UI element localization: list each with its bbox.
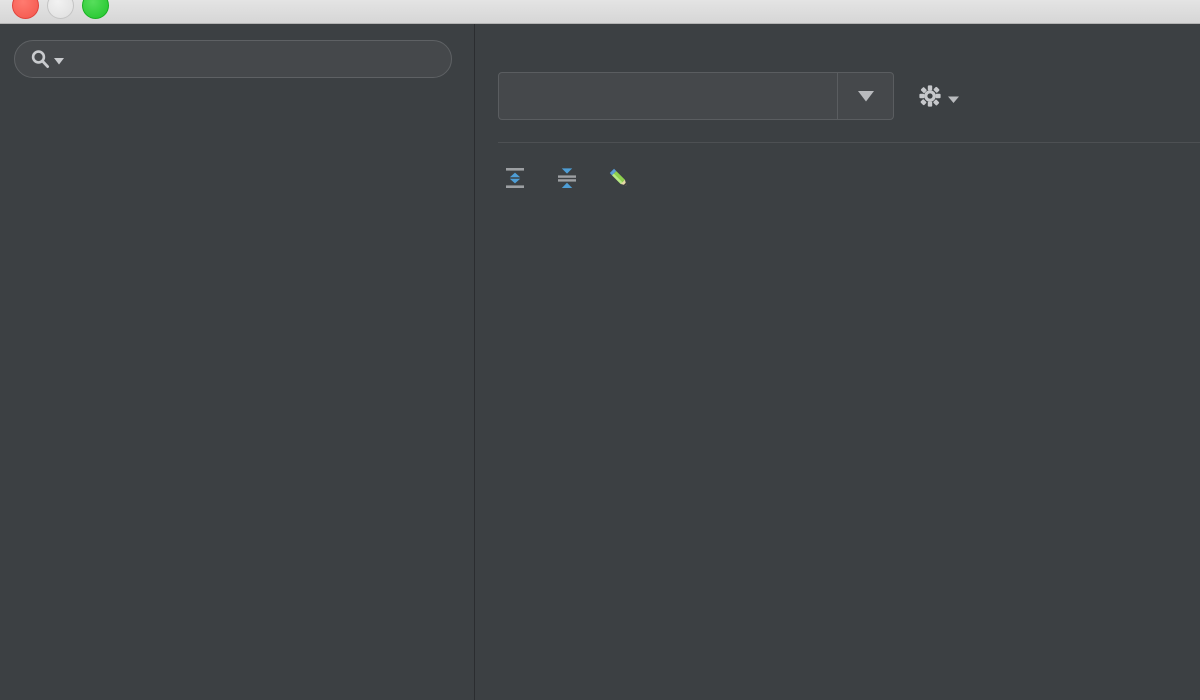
expand-all-button[interactable] [502,165,528,191]
edit-shortcut-button[interactable] [606,165,632,191]
minimize-button[interactable] [47,0,74,19]
keymap-settings-button[interactable] [916,82,960,110]
zoom-button[interactable] [82,0,109,19]
traffic-light-group [12,0,109,19]
keymap-controls-row [476,52,1200,120]
expand-all-icon [506,168,524,188]
keymap-select-arrow[interactable] [837,73,893,119]
gear-icon [919,85,941,107]
search-icon-group[interactable] [29,48,65,70]
keymap-panel [476,24,1200,700]
search-box[interactable] [14,40,452,78]
chevron-down-icon [54,58,64,65]
page-title [476,24,1200,52]
preferences-window [0,0,1200,700]
search-icon [31,50,50,69]
pencil-icon [609,168,627,186]
close-button[interactable] [12,0,39,19]
settings-sidebar [0,24,475,700]
window-titlebar [0,0,1200,24]
tree-toolbar [476,143,1200,191]
search-input[interactable] [73,50,437,68]
keymap-select-value [499,73,837,119]
triangle-down-icon [857,91,874,102]
chevron-down-icon [948,96,959,103]
search-container [0,24,474,78]
keymap-select[interactable] [498,72,894,120]
collapse-all-icon [558,168,576,188]
collapse-all-button[interactable] [554,165,580,191]
